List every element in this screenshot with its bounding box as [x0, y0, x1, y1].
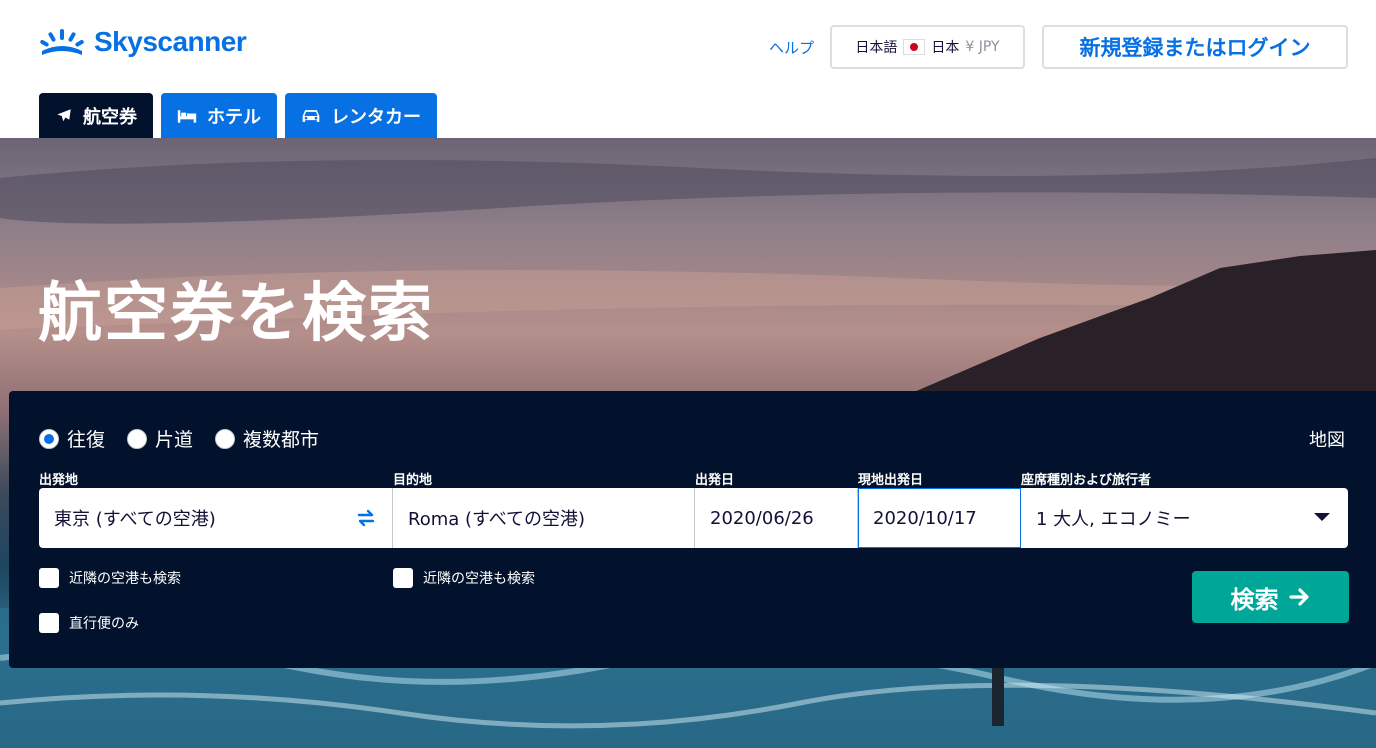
tab-flights[interactable]: 航空券: [39, 93, 153, 138]
nearby-destination-option[interactable]: 近隣の空港も検索: [393, 568, 535, 588]
depart-date-input[interactable]: 2020/06/26: [695, 488, 858, 548]
return-date-input[interactable]: 2020/10/17: [858, 488, 1021, 548]
depart-date-label: 出発日: [695, 473, 735, 488]
japan-flag-icon: [903, 39, 926, 55]
trip-type-multi-city-label: 複数都市: [243, 429, 320, 451]
return-date-value: 2020/10/17: [873, 507, 977, 529]
trip-type-selector: 往復 片道 複数都市: [39, 425, 319, 452]
destination-label: 目的地: [393, 473, 433, 488]
checkbox[interactable]: [393, 568, 413, 588]
origin-label: 出発地: [39, 473, 79, 488]
tab-flights-label: 航空券: [83, 106, 137, 128]
tab-hotels-label: ホテル: [207, 106, 261, 128]
tab-hotels[interactable]: ホテル: [161, 93, 277, 138]
tab-car-hire[interactable]: レンタカー: [285, 93, 437, 138]
skyscanner-logo[interactable]: Skyscanner: [38, 26, 247, 58]
trip-type-one-way-label: 片道: [155, 429, 194, 451]
sunrise-logo-icon: [40, 29, 84, 55]
chevron-down-icon: [1314, 513, 1330, 521]
country-label: 日本: [931, 40, 960, 56]
site-header: Skyscanner ヘルプ 日本語 日本 ¥ JPY 新規登録またはログイン …: [0, 0, 1376, 138]
origin-value: 東京 (すべての空港): [54, 509, 216, 530]
nearby-origin-label: 近隣の空港も検索: [69, 571, 181, 587]
help-link[interactable]: ヘルプ: [769, 37, 814, 58]
nearby-origin-option[interactable]: 近隣の空港も検索: [39, 568, 181, 588]
trip-type-return[interactable]: 往復: [39, 425, 105, 452]
arrow-right-icon: [1288, 588, 1309, 606]
brand-name: Skyscanner: [94, 26, 247, 57]
swap-icon[interactable]: [356, 509, 376, 527]
product-tabs: 航空券 ホテル レンタカー: [39, 93, 437, 138]
flight-search-panel: 往復 片道 複数都市 地図 出発地 目的地 出発日 現地出発日 座席種別および旅…: [9, 391, 1376, 668]
depart-date-value: 2020/06/26: [710, 507, 814, 529]
destination-value: Roma (すべての空港): [408, 509, 586, 530]
locale-button[interactable]: 日本語 日本 ¥ JPY: [830, 25, 1025, 69]
cabin-travellers-label: 座席種別および旅行者: [1021, 473, 1152, 488]
car-icon: [302, 109, 320, 122]
page-title: 航空券を検索: [38, 277, 434, 351]
login-button[interactable]: 新規登録またはログイン: [1042, 25, 1348, 69]
checkbox[interactable]: [39, 568, 59, 588]
checkbox[interactable]: [39, 613, 59, 633]
trip-type-multi-city[interactable]: 複数都市: [215, 425, 319, 452]
search-button-label: 検索: [1230, 585, 1279, 614]
cabin-travellers-value: 1 大人, エコノミー: [1036, 509, 1191, 530]
radio-button[interactable]: [215, 428, 236, 449]
map-link[interactable]: 地図: [1309, 426, 1345, 452]
trip-type-return-label: 往復: [67, 429, 106, 451]
tab-car-hire-label: レンタカー: [331, 106, 421, 128]
currency-label: ¥ JPY: [965, 39, 1000, 55]
direct-only-label: 直行便のみ: [69, 616, 139, 632]
origin-input[interactable]: 東京 (すべての空港): [39, 488, 393, 548]
search-button[interactable]: 検索: [1192, 571, 1349, 623]
nearby-destination-label: 近隣の空港も検索: [423, 571, 535, 587]
radio-button[interactable]: [39, 428, 59, 449]
return-date-label: 現地出発日: [858, 473, 924, 488]
trip-type-one-way[interactable]: 片道: [127, 425, 193, 452]
search-fields: 東京 (すべての空港) Roma (すべての空港) 2020/06/26 202…: [39, 488, 1348, 548]
bed-icon: [177, 109, 197, 123]
cabin-travellers-select[interactable]: 1 大人, エコノミー: [1021, 488, 1348, 548]
language-label: 日本語: [855, 40, 898, 56]
airplane-icon: [57, 108, 71, 121]
direct-only-option[interactable]: 直行便のみ: [39, 613, 139, 633]
destination-input[interactable]: Roma (すべての空港): [393, 488, 695, 548]
radio-button[interactable]: [127, 428, 148, 449]
